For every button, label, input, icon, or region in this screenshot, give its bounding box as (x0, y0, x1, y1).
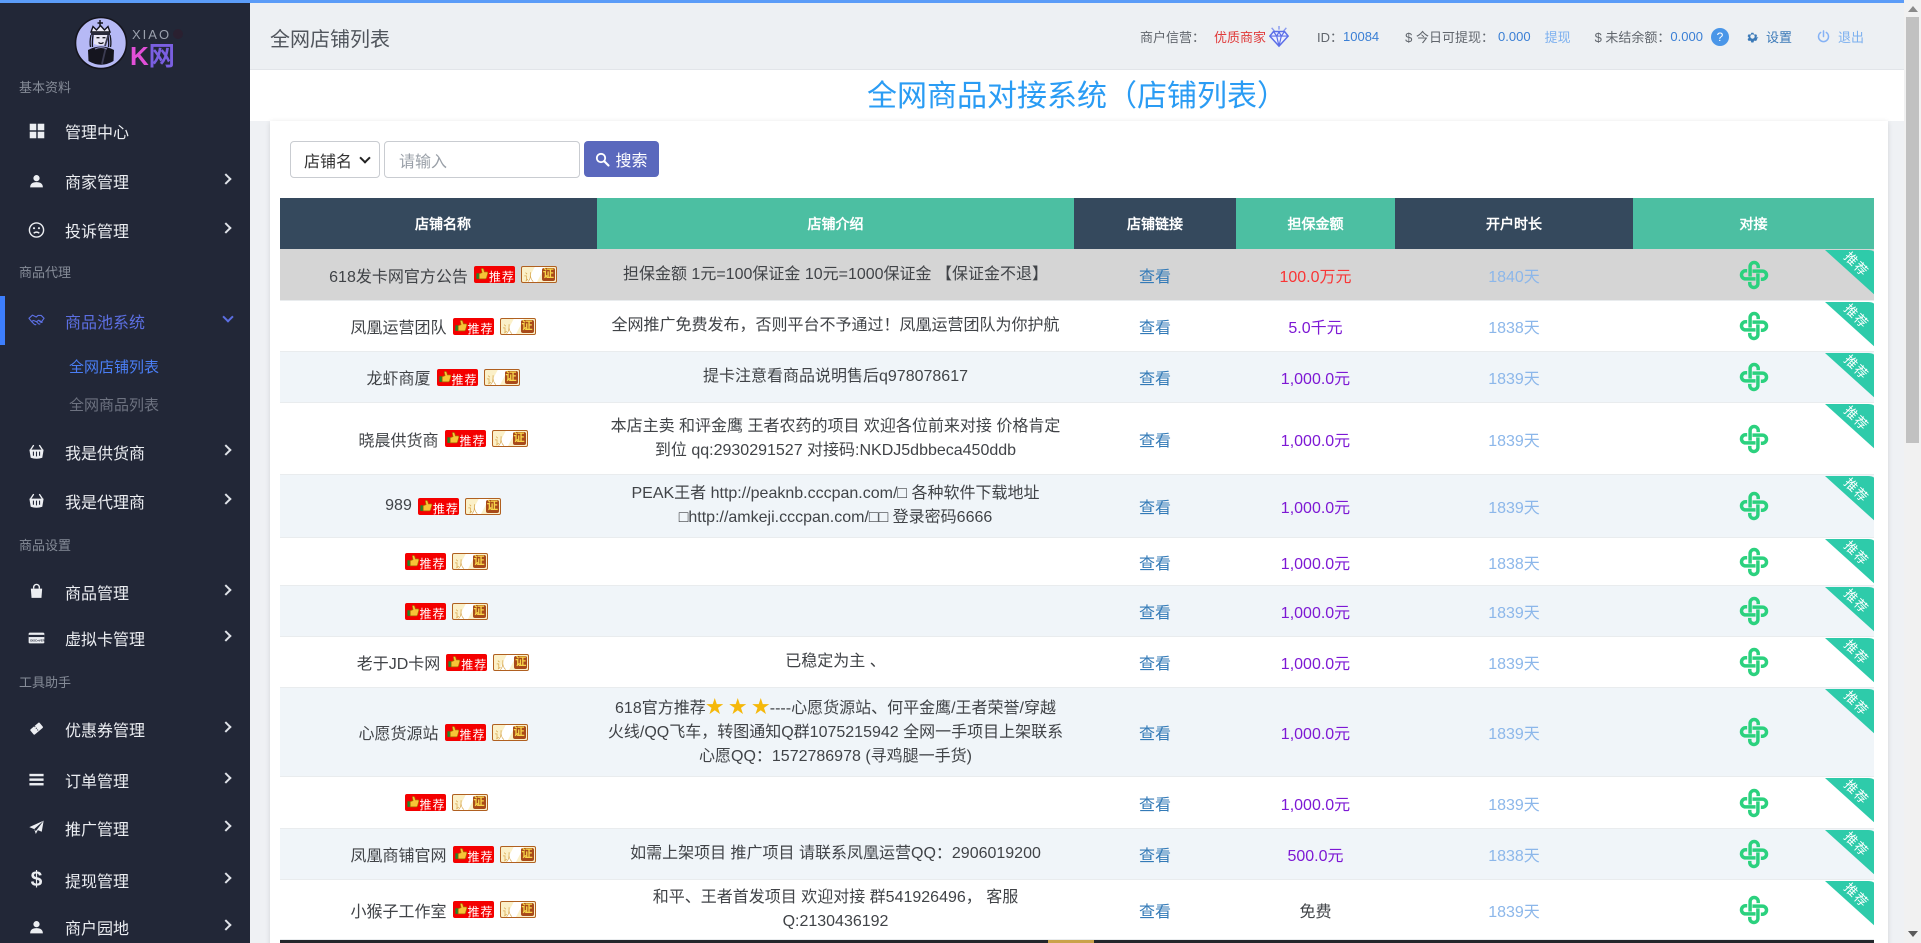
svg-text:DISC●VER: DISC●VER (30, 638, 45, 642)
